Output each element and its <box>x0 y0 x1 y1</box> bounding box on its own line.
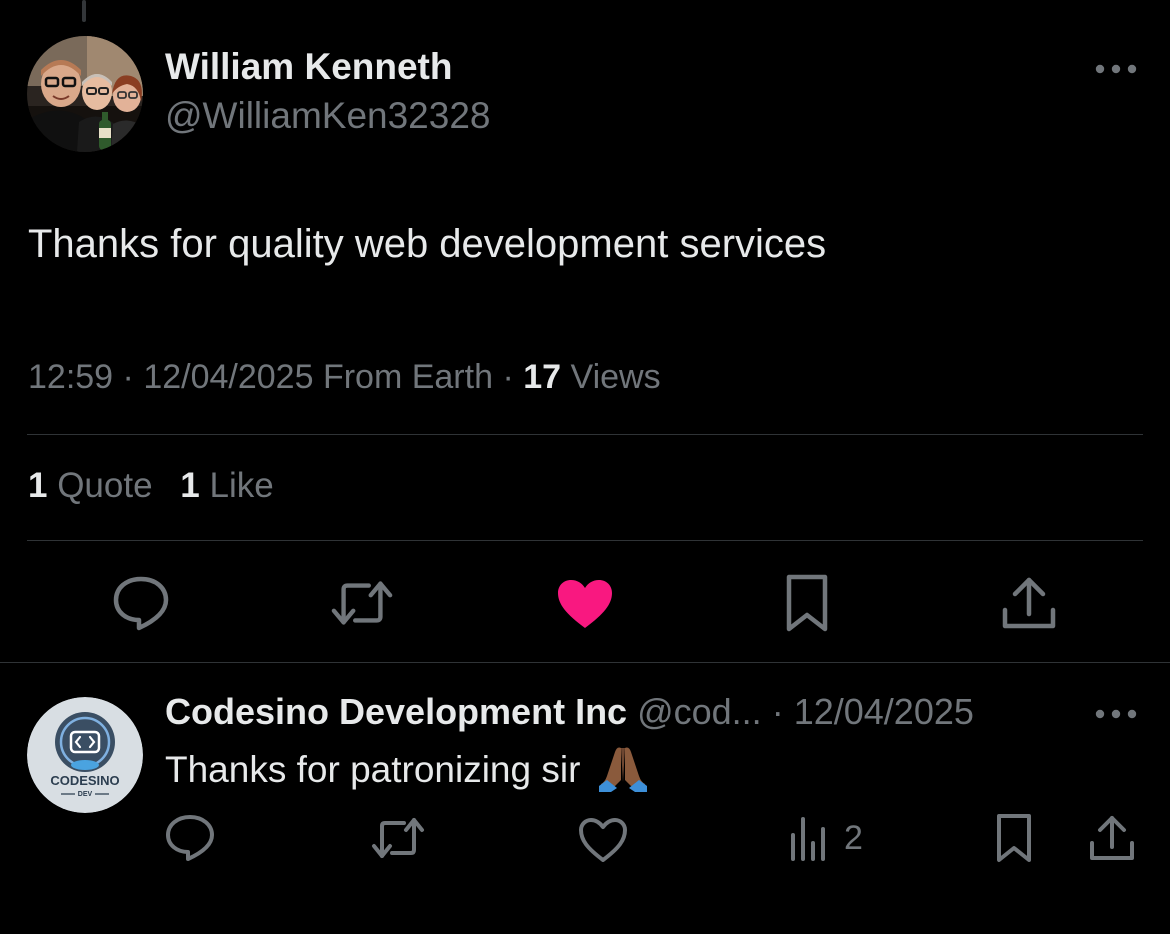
reply-text-line: Thanks for patronizing sir <box>165 742 649 801</box>
reply-button[interactable] <box>109 571 173 635</box>
tweet-text: Thanks for quality web development servi… <box>28 222 827 266</box>
reply-like-button[interactable] <box>578 810 628 870</box>
author-handle[interactable]: @WilliamKen32328 <box>165 95 490 137</box>
reply-text: Thanks for patronizing sir <box>165 749 581 790</box>
retweet-icon <box>372 818 424 858</box>
share-button[interactable] <box>997 571 1061 635</box>
reply-more-button[interactable] <box>1092 699 1140 729</box>
views-icon <box>791 817 825 861</box>
quotes-label: Quote <box>57 466 153 505</box>
reply-share-button[interactable] <box>1088 808 1136 868</box>
avatar-logo-text: CODESINO <box>50 773 119 788</box>
reply-header: Codesino Development Inc @cod... · 12/04… <box>165 691 974 733</box>
section-divider <box>0 662 1170 663</box>
reply-retweet-button[interactable] <box>370 808 426 868</box>
tweet-meta: 12:59 · 12/04/2025 From Earth · 17 Views <box>28 358 661 397</box>
author-name[interactable]: William Kenneth <box>165 46 452 88</box>
engagement-stats: 1 Quote 1 Like <box>28 466 274 506</box>
divider <box>27 540 1143 541</box>
views-count: 17 <box>523 358 562 396</box>
reply-icon <box>113 576 169 631</box>
reply-author-name[interactable]: Codesino Development Inc <box>165 691 627 732</box>
share-icon <box>1090 816 1134 860</box>
reply-reply-button[interactable] <box>165 808 215 868</box>
reply-views-button[interactable]: 2 <box>788 808 863 868</box>
retweet-icon <box>331 581 393 625</box>
divider <box>27 434 1143 435</box>
like-button[interactable] <box>553 572 617 636</box>
meta-separator: · <box>122 358 144 396</box>
heart-icon <box>558 580 612 628</box>
folded-hands-icon <box>597 742 649 801</box>
tweet-date[interactable]: 12/04/2025 <box>143 358 313 396</box>
heart-icon <box>579 818 627 862</box>
more-icon <box>1095 64 1137 74</box>
likes-stat[interactable]: 1 Like <box>180 466 273 505</box>
bookmark-icon <box>786 574 828 632</box>
bookmark-icon <box>997 814 1031 862</box>
bookmark-button[interactable] <box>775 571 839 635</box>
reply-views-count: 2 <box>844 818 863 857</box>
more-icon <box>1095 709 1137 719</box>
thread-connector-line <box>82 0 86 22</box>
reply-date[interactable]: 12/04/2025 <box>794 691 974 732</box>
tweet-source: From Earth <box>322 358 493 396</box>
reply-separator: · <box>771 691 784 732</box>
tweet-more-button[interactable] <box>1092 54 1140 84</box>
quotes-count: 1 <box>28 466 48 505</box>
retweet-button[interactable] <box>330 571 394 635</box>
avatar-logo-subtext: DEV <box>78 791 93 798</box>
reply-bookmark-button[interactable] <box>994 808 1034 868</box>
tweet-time[interactable]: 12:59 <box>28 358 113 396</box>
author-avatar[interactable] <box>27 36 143 152</box>
views-label: Views <box>570 358 661 396</box>
reply-icon <box>166 815 214 861</box>
likes-count: 1 <box>180 466 200 505</box>
reply-author-avatar[interactable]: CODESINO DEV <box>27 697 143 813</box>
likes-label: Like <box>209 466 274 505</box>
quotes-stat[interactable]: 1 Quote <box>28 466 153 505</box>
share-icon <box>1002 577 1056 629</box>
reply-author-handle[interactable]: @cod... <box>637 691 762 732</box>
meta-separator: · <box>502 358 524 396</box>
